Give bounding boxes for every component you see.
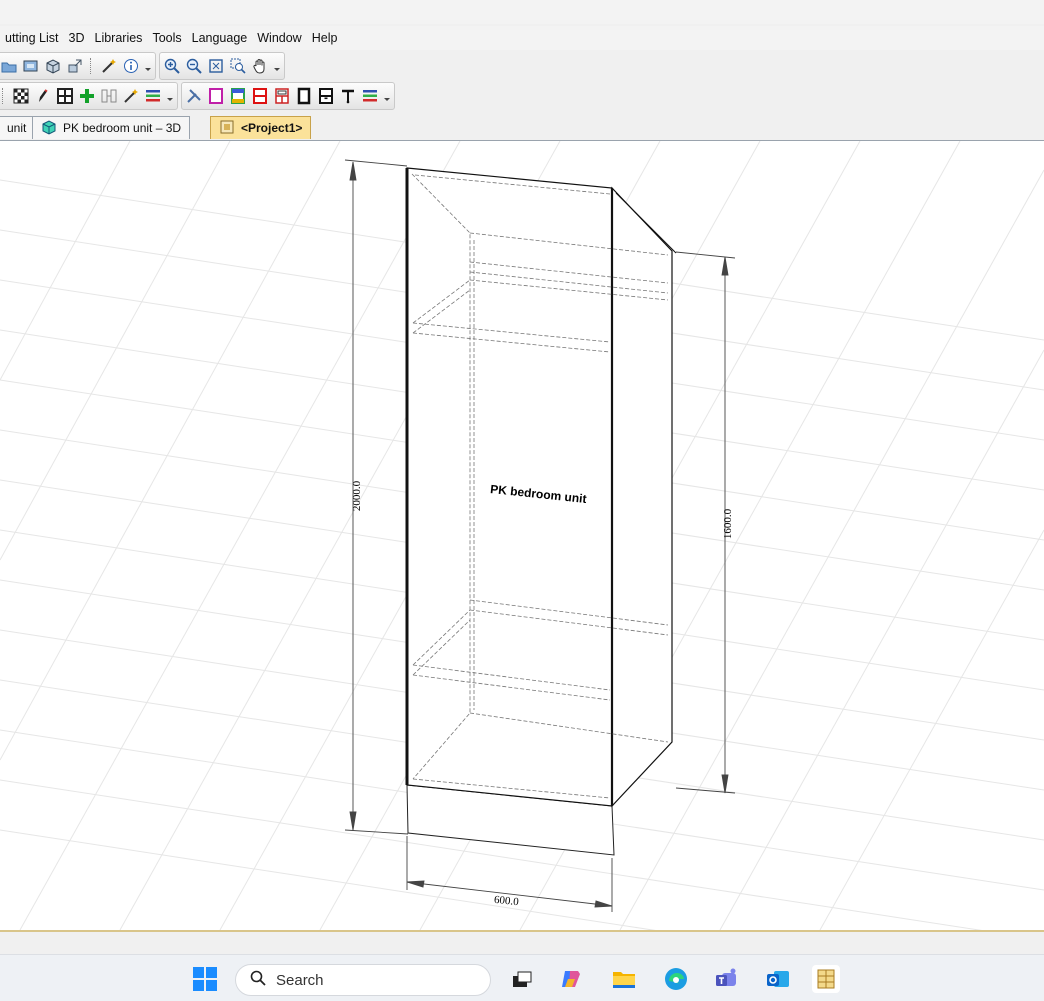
panel-outline-icon[interactable]: [295, 87, 313, 105]
add-plus-icon[interactable]: [78, 87, 96, 105]
magic-wand-icon[interactable]: [100, 57, 118, 75]
menu-3d[interactable]: 3D: [64, 31, 90, 45]
dropdown-arrow-icon[interactable]: [273, 57, 281, 75]
toolbar-grip: [2, 88, 6, 104]
menu-help[interactable]: Help: [307, 31, 343, 45]
document-tabs: unit PK bedroom unit – 3D <Project1>: [0, 114, 1044, 141]
export-icon[interactable]: [66, 57, 84, 75]
layers2-icon[interactable]: [361, 87, 379, 105]
search-placeholder: Search: [276, 971, 324, 989]
edge-icon[interactable]: [662, 965, 690, 993]
open-folder-icon[interactable]: [0, 57, 18, 75]
tab-label: PK bedroom unit – 3D: [63, 121, 182, 135]
folder-icon[interactable]: [610, 965, 638, 993]
tab-3d-view[interactable]: PK bedroom unit – 3D: [32, 116, 191, 139]
menu-cutting-list[interactable]: utting List: [0, 31, 64, 45]
zoom-in-icon[interactable]: [163, 57, 181, 75]
menu-bar: utting List 3D Libraries Tools Language …: [0, 26, 1044, 50]
taskbar-search[interactable]: Search: [235, 964, 491, 996]
dim-depth-label: 1600.0: [722, 508, 734, 539]
checker-icon[interactable]: [12, 87, 30, 105]
zoom-window-icon[interactable]: [229, 57, 247, 75]
panel-center-icon[interactable]: [317, 87, 335, 105]
toolbar-standard: [0, 52, 285, 80]
wand-icon[interactable]: [122, 87, 140, 105]
tab-unit[interactable]: unit: [0, 116, 36, 139]
tab-label: <Project1>: [241, 121, 303, 135]
toolbar-design: [0, 82, 395, 110]
toolbar-group-edit: [0, 82, 178, 110]
tools-icon[interactable]: [185, 87, 203, 105]
cabinet-app-icon[interactable]: [812, 965, 840, 993]
dropdown-arrow-icon[interactable]: [166, 87, 174, 105]
toolbar-group-view: [159, 52, 285, 80]
search-icon: [250, 970, 266, 990]
project-icon: [219, 119, 235, 138]
panel-red-icon[interactable]: [251, 87, 269, 105]
taskbar: Search: [0, 954, 1044, 1001]
zoom-extents-icon[interactable]: [207, 57, 225, 75]
panel-multi-icon[interactable]: [229, 87, 247, 105]
menu-libraries[interactable]: Libraries: [90, 31, 148, 45]
pan-hand-icon[interactable]: [251, 57, 269, 75]
panel-pink-icon[interactable]: [207, 87, 225, 105]
windows-start-icon[interactable]: [191, 965, 219, 993]
dim-height-label: 2000.0: [351, 480, 363, 511]
outlook-icon[interactable]: [764, 965, 792, 993]
render-icon[interactable]: [22, 57, 40, 75]
teams-icon[interactable]: [713, 965, 741, 993]
title-bar: [0, 0, 1044, 24]
hanger-icon[interactable]: [339, 87, 357, 105]
toolbar-group-file: [0, 52, 156, 80]
split-icon[interactable]: [100, 87, 118, 105]
tab-project[interactable]: <Project1>: [210, 116, 312, 139]
dropdown-arrow-icon[interactable]: [144, 57, 152, 75]
menu-tools[interactable]: Tools: [147, 31, 186, 45]
copilot-icon[interactable]: [557, 965, 585, 993]
status-bar: [0, 932, 1044, 954]
dropdown-arrow-icon[interactable]: [383, 87, 391, 105]
cube-icon: [41, 119, 57, 138]
panel-grid-icon[interactable]: [273, 87, 291, 105]
drawing-canvas[interactable]: 2000.0 1600.0 600.0 PK bedroom unit: [0, 141, 1044, 932]
menu-window[interactable]: Window: [252, 31, 306, 45]
toolbar-group-panels: [181, 82, 395, 110]
zoom-out-icon[interactable]: [185, 57, 203, 75]
info-icon[interactable]: [122, 57, 140, 75]
task-view-icon[interactable]: [508, 965, 536, 993]
grid-panel-icon[interactable]: [56, 87, 74, 105]
cabinet-drawing: 2000.0 1600.0 600.0 PK bedroom unit: [0, 141, 1044, 930]
tab-label: unit: [7, 121, 27, 135]
pencil-icon[interactable]: [34, 87, 52, 105]
menu-language[interactable]: Language: [187, 31, 253, 45]
layers-icon[interactable]: [144, 87, 162, 105]
toolbar-separator: [90, 58, 94, 74]
3d-box-icon[interactable]: [44, 57, 62, 75]
